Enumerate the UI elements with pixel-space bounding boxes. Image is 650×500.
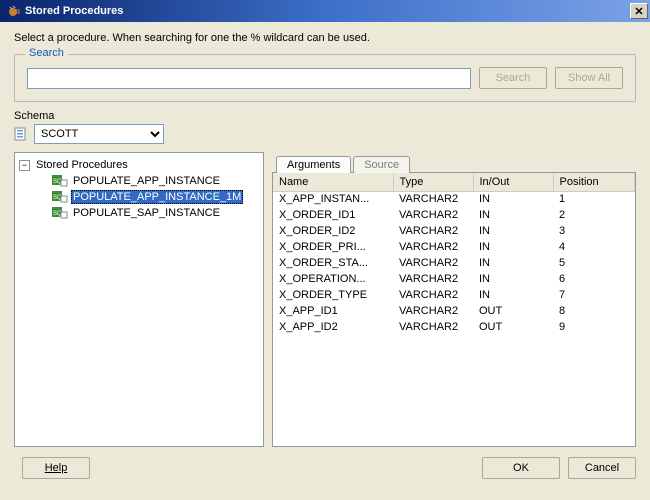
tree-item[interactable]: SQLPOPULATE_APP_INSTANCE_1M (35, 189, 261, 205)
search-input[interactable] (27, 68, 471, 89)
cancel-button[interactable]: Cancel (568, 457, 636, 479)
column-header[interactable]: In/Out (473, 173, 553, 191)
cell: IN (473, 287, 553, 303)
procedure-tree[interactable]: − Stored Procedures SQLPOPULATE_APP_INST… (14, 152, 264, 447)
app-icon (6, 4, 20, 18)
cell: 1 (553, 191, 635, 207)
search-button[interactable]: Search (479, 67, 547, 89)
tree-root-node[interactable]: − Stored Procedures (17, 157, 261, 173)
titlebar: Stored Procedures (0, 0, 650, 22)
cell: VARCHAR2 (393, 255, 473, 271)
cell: 5 (553, 255, 635, 271)
tree-item[interactable]: SQLPOPULATE_SAP_INSTANCE (35, 205, 261, 221)
tree-item-label: POPULATE_APP_INSTANCE_1M (71, 190, 243, 204)
cell: X_APP_ID2 (273, 319, 393, 335)
cell: 8 (553, 303, 635, 319)
table-row[interactable]: X_APP_ID2VARCHAR2OUT9 (273, 319, 635, 335)
table-row[interactable]: X_ORDER_ID1VARCHAR2IN2 (273, 207, 635, 223)
table-row[interactable]: X_APP_INSTAN...VARCHAR2IN1 (273, 191, 635, 207)
cell: 9 (553, 319, 635, 335)
arguments-table: NameTypeIn/OutPosition X_APP_INSTAN...VA… (273, 173, 635, 335)
tree-root-label: Stored Procedures (34, 158, 130, 172)
column-header[interactable]: Name (273, 173, 393, 191)
table-row[interactable]: X_ORDER_PRI...VARCHAR2IN4 (273, 239, 635, 255)
cell: OUT (473, 319, 553, 335)
cell: VARCHAR2 (393, 271, 473, 287)
cell: 3 (553, 223, 635, 239)
table-row[interactable]: X_OPERATION...VARCHAR2IN6 (273, 271, 635, 287)
procedure-icon: SQL (52, 207, 68, 219)
cell: VARCHAR2 (393, 239, 473, 255)
table-row[interactable]: X_ORDER_STA...VARCHAR2IN5 (273, 255, 635, 271)
tree-item[interactable]: SQLPOPULATE_APP_INSTANCE (35, 173, 261, 189)
procedure-icon: SQL (52, 175, 68, 187)
cell: VARCHAR2 (393, 191, 473, 207)
cell: X_ORDER_TYPE (273, 287, 393, 303)
instruction-text: Select a procedure. When searching for o… (14, 32, 636, 44)
cell: X_OPERATION... (273, 271, 393, 287)
schema-label: Schema (14, 110, 636, 122)
cell: 7 (553, 287, 635, 303)
cell: VARCHAR2 (393, 303, 473, 319)
schema-select[interactable]: SCOTT (34, 124, 164, 144)
help-button[interactable]: Help (22, 457, 90, 479)
tree-item-label: POPULATE_APP_INSTANCE (71, 174, 222, 188)
cell: VARCHAR2 (393, 287, 473, 303)
cell: VARCHAR2 (393, 207, 473, 223)
cell: X_ORDER_ID2 (273, 223, 393, 239)
cell: IN (473, 239, 553, 255)
cell: IN (473, 191, 553, 207)
cell: IN (473, 255, 553, 271)
window-title: Stored Procedures (25, 5, 630, 17)
cell: IN (473, 271, 553, 287)
search-group: Search Search Show All (14, 54, 636, 102)
cell: 6 (553, 271, 635, 287)
cell: VARCHAR2 (393, 223, 473, 239)
ok-button[interactable]: OK (482, 457, 560, 479)
tree-item-label: POPULATE_SAP_INSTANCE (71, 206, 222, 220)
show-all-button[interactable]: Show All (555, 67, 623, 89)
cell: X_ORDER_ID1 (273, 207, 393, 223)
table-row[interactable]: X_ORDER_ID2VARCHAR2IN3 (273, 223, 635, 239)
cell: IN (473, 207, 553, 223)
tab-source[interactable]: Source (353, 156, 410, 173)
cell: 4 (553, 239, 635, 255)
cell: X_ORDER_PRI... (273, 239, 393, 255)
collapse-icon[interactable]: − (19, 160, 30, 171)
cell: VARCHAR2 (393, 319, 473, 335)
procedure-icon: SQL (52, 191, 68, 203)
cell: X_APP_ID1 (273, 303, 393, 319)
schema-icon (14, 126, 30, 142)
cell: OUT (473, 303, 553, 319)
cell: X_APP_INSTAN... (273, 191, 393, 207)
column-header[interactable]: Position (553, 173, 635, 191)
table-row[interactable]: X_APP_ID1VARCHAR2OUT8 (273, 303, 635, 319)
cell: IN (473, 223, 553, 239)
column-header[interactable]: Type (393, 173, 473, 191)
arguments-panel: NameTypeIn/OutPosition X_APP_INSTAN...VA… (272, 172, 636, 447)
tabs: Arguments Source (272, 152, 636, 172)
cell: X_ORDER_STA... (273, 255, 393, 271)
close-button[interactable] (630, 3, 648, 19)
cell: 2 (553, 207, 635, 223)
search-legend: Search (25, 47, 68, 59)
table-row[interactable]: X_ORDER_TYPEVARCHAR2IN7 (273, 287, 635, 303)
tab-arguments[interactable]: Arguments (276, 156, 351, 173)
